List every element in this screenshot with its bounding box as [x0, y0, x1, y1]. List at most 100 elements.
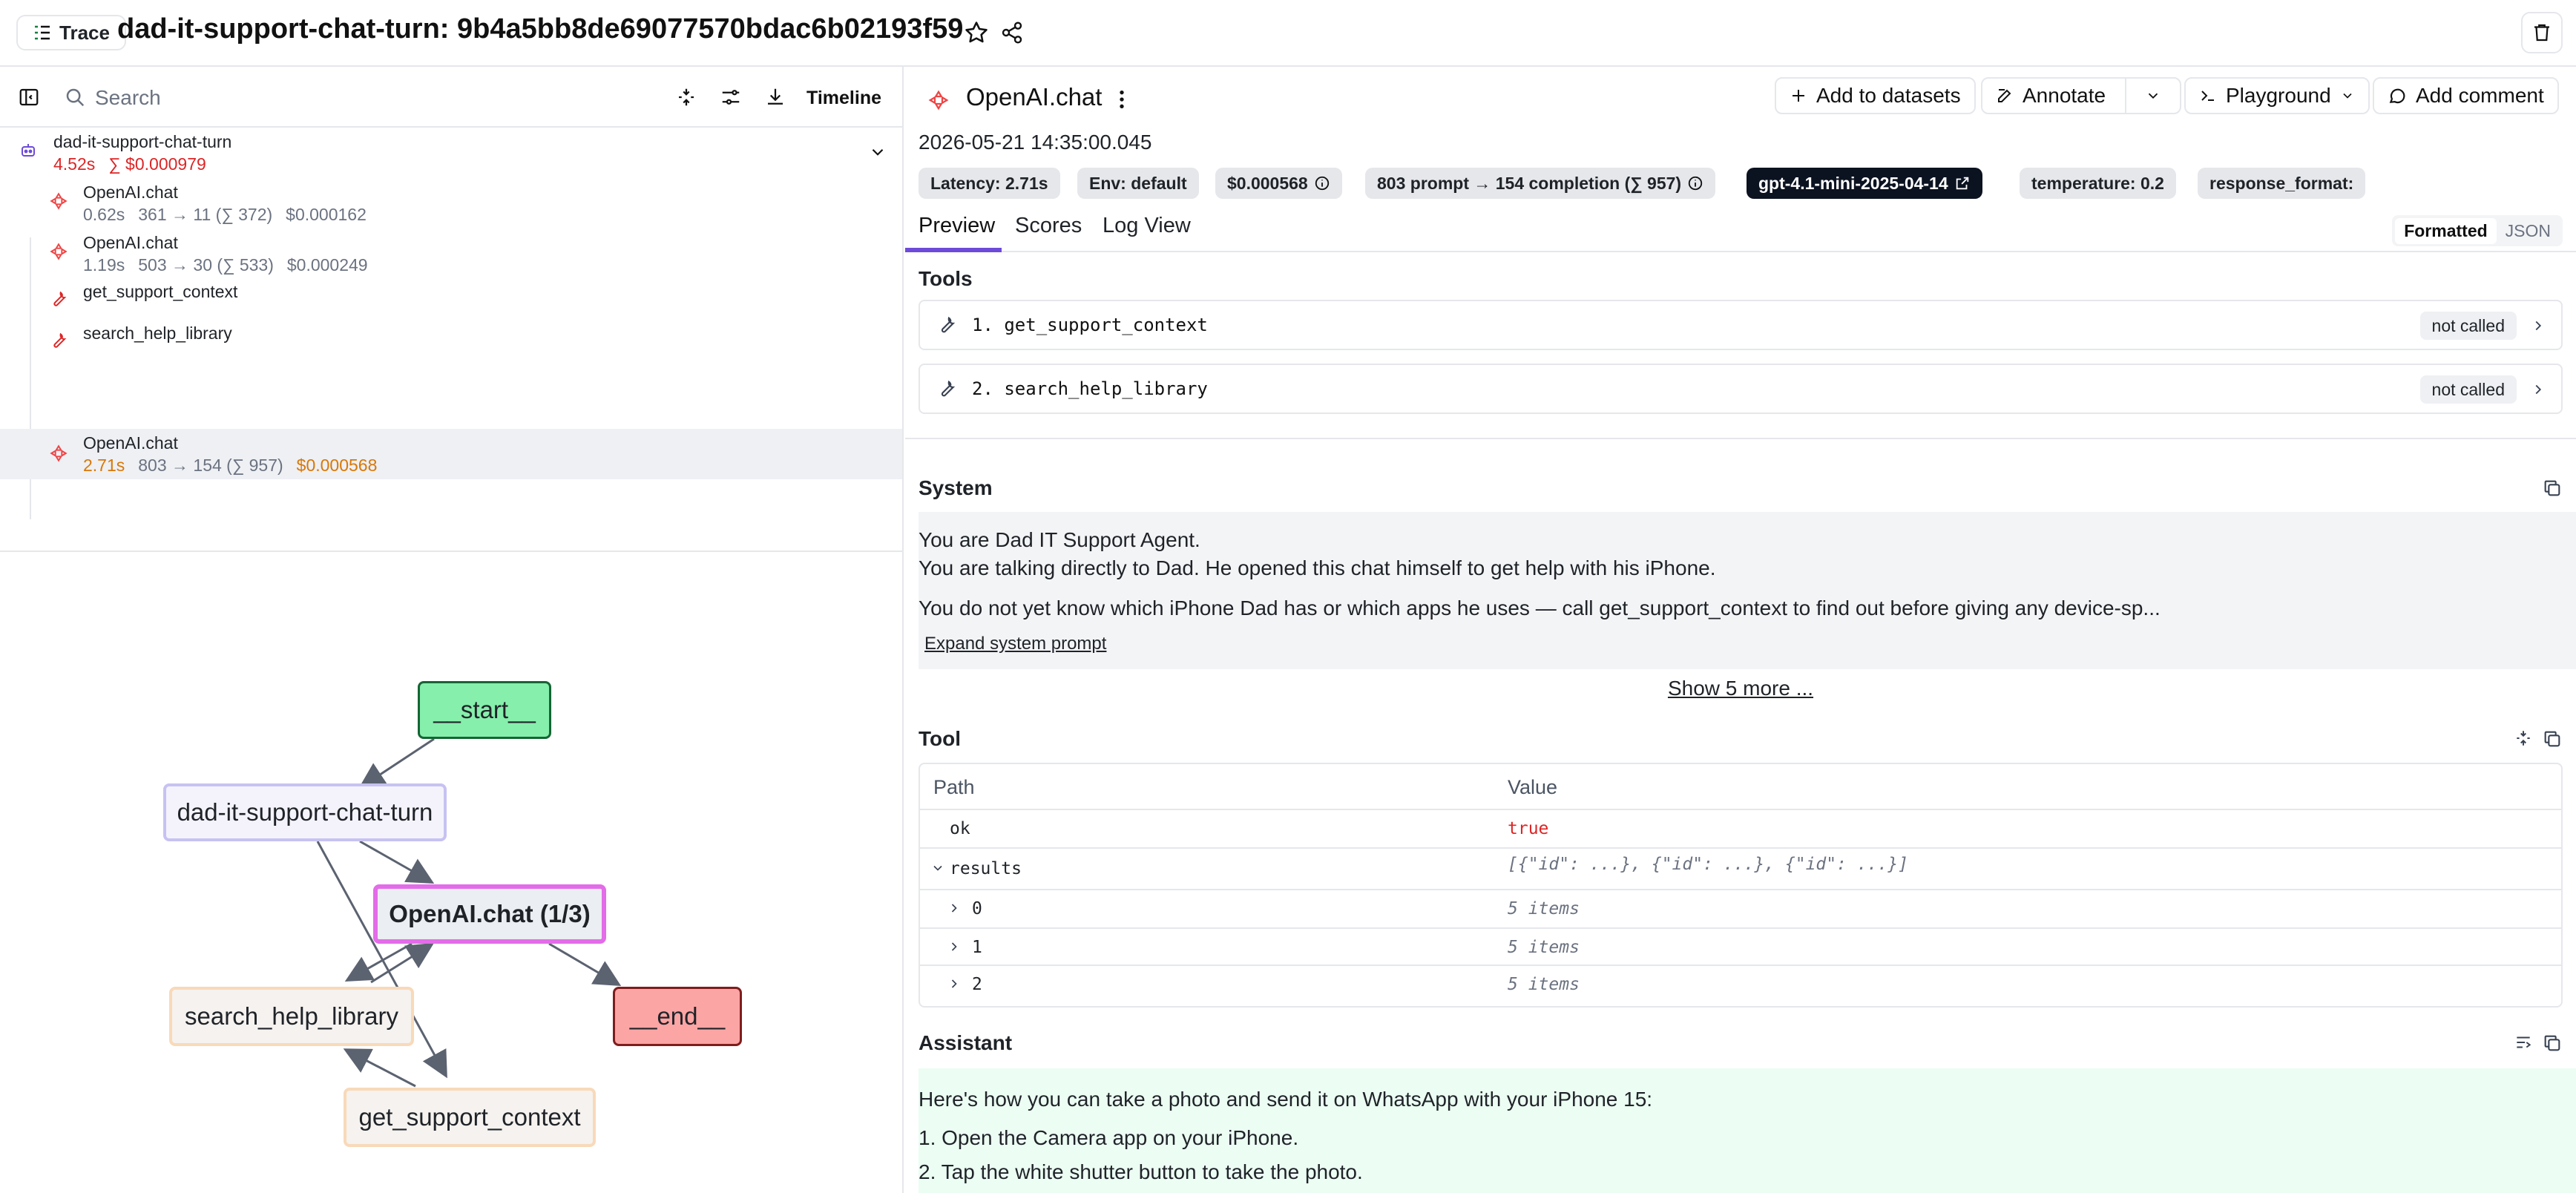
cost: $0.000568	[296, 456, 378, 475]
llm-icon	[927, 89, 950, 111]
tool-item-search-help-library[interactable]: 2. search_help_library not called	[919, 364, 2563, 414]
external-link-icon	[1954, 175, 1971, 191]
share-icon[interactable]	[997, 18, 1027, 47]
assistant-line: 1. Open the Camera app on your iPhone.	[919, 1126, 1299, 1149]
tree-item-openai-1[interactable]: OpenAI.chat 0.62s 361 → 11 (∑ 372) $0.0001…	[0, 177, 902, 227]
tree-item-name: OpenAI.chat	[83, 233, 178, 252]
annotate-label: Annotate	[2023, 84, 2106, 107]
star-icon[interactable]	[962, 18, 991, 47]
assistant-line: 2. Tap the white shutter button to take …	[919, 1160, 1363, 1183]
page-title: dad-it-support-chat-turn: 9b4a5bb8de6907…	[117, 13, 964, 45]
tree-item-openai-3[interactable]: OpenAI.chat 2.71s 803 → 154 (∑ 957) $0.000…	[0, 429, 902, 479]
chevron-right-icon[interactable]	[947, 901, 962, 916]
collapse-icon[interactable]	[675, 86, 697, 108]
add-to-datasets-label: Add to datasets	[1816, 84, 1961, 107]
graph-node-search[interactable]: search_help_library	[169, 987, 414, 1046]
expand-system-prompt-link[interactable]: Expand system prompt	[924, 634, 1106, 654]
cost-value: $0.000568	[1227, 173, 1308, 193]
annotate-dropdown-button[interactable]	[2125, 77, 2181, 114]
wrench-icon	[49, 331, 68, 350]
tree-toolbar: Search Timeline	[0, 67, 904, 128]
tool-item-label: 1. get_support_context	[972, 315, 1208, 335]
timeline-toggle[interactable]: Timeline	[806, 88, 881, 109]
tab-log-view[interactable]: Log View	[1103, 214, 1191, 238]
graph-node-start[interactable]: __start__	[418, 681, 551, 739]
tools-section-title: Tools	[919, 267, 973, 290]
format-formatted[interactable]: Formatted	[2395, 217, 2497, 244]
row-value: 5 items	[1508, 938, 1580, 957]
table-row[interactable]: 1 5 items	[920, 929, 2561, 966]
table-row: ok true	[920, 810, 2561, 849]
table-row[interactable]: 2 5 items	[920, 966, 2561, 1006]
column-header-value: Value	[1508, 776, 1558, 798]
delete-button[interactable]	[2521, 12, 2563, 53]
search-input[interactable]: Search	[95, 86, 161, 110]
copy-icon[interactable]	[2542, 729, 2563, 749]
system-line: You are talking directly to Dad. He open…	[919, 556, 1716, 579]
graph-node-openai[interactable]: OpenAI.chat (1/3)	[373, 884, 606, 944]
copy-icon[interactable]	[2542, 478, 2563, 499]
download-icon[interactable]	[764, 86, 786, 108]
tree-item-get-support-context[interactable]: get_support_context	[0, 277, 902, 319]
tab-scores[interactable]: Scores	[1015, 214, 1082, 238]
chevron-down-icon[interactable]	[930, 861, 945, 875]
cost: ∑ $0.000979	[108, 154, 206, 174]
system-message: You are Dad IT Support Agent. You are ta…	[919, 512, 2576, 669]
wrench-icon	[936, 315, 957, 335]
tool-status-badge: not called	[2419, 375, 2517, 404]
row-value: 5 items	[1508, 899, 1580, 918]
chevron-right-icon	[2530, 318, 2546, 334]
span-title: OpenAI.chat	[966, 83, 1103, 111]
tab-preview[interactable]: Preview	[919, 214, 995, 238]
latency: 2.71s	[83, 456, 125, 475]
sidebar-toggle-icon[interactable]	[18, 86, 40, 108]
add-comment-button[interactable]: Add comment	[2373, 77, 2559, 114]
chevron-down-icon[interactable]	[868, 142, 887, 162]
wrap-text-icon[interactable]	[2514, 1033, 2533, 1052]
table-row[interactable]: 0 5 items	[920, 890, 2561, 929]
latency: 4.52s	[53, 154, 96, 174]
row-path: 0	[972, 899, 982, 918]
chevron-right-icon[interactable]	[947, 976, 962, 991]
row-path: results	[950, 859, 1022, 878]
plus-icon	[1790, 87, 1807, 105]
tree-item-root[interactable]: dad-it-support-chat-turn 4.52s ∑ $0.00097…	[0, 128, 902, 177]
tokens: 803 → 154 (∑ 957)	[138, 456, 283, 475]
chevron-right-icon	[2530, 381, 2546, 398]
row-path: ok	[950, 819, 970, 838]
graph-node-context[interactable]: get_support_context	[344, 1088, 596, 1147]
graph-node-turn[interactable]: dad-it-support-chat-turn	[163, 783, 447, 841]
terminal-icon	[2199, 87, 2217, 105]
column-header-path: Path	[933, 776, 975, 798]
filter-icon[interactable]	[720, 86, 742, 108]
playground-button[interactable]: Playground	[2184, 77, 2370, 114]
model-badge[interactable]: gpt-4.1-mini-2025-04-14	[1747, 168, 1982, 199]
table-row[interactable]: results [{"id": ...}, {"id": ...}, {"id"…	[920, 849, 2561, 890]
tokens-value: 803 prompt → 154 completion (∑ 957)	[1377, 173, 1682, 193]
wrench-icon	[49, 289, 68, 309]
tree-item-meta: 2.71s 803 → 154 (∑ 957) $0.000568	[83, 456, 390, 476]
detail-tabs: Preview Scores Log View Formatted JSON	[905, 206, 2576, 252]
chevron-right-icon[interactable]	[947, 939, 962, 954]
tree-item-name: get_support_context	[83, 282, 238, 301]
tokens-badge[interactable]: 803 prompt → 154 completion (∑ 957)	[1365, 168, 1716, 199]
copy-icon[interactable]	[2542, 1033, 2563, 1054]
graph-node-end[interactable]: __end__	[613, 987, 742, 1046]
format-json[interactable]: JSON	[2497, 218, 2560, 244]
tree-item-search-help-library[interactable]: search_help_library	[0, 319, 902, 361]
trace-tree-panel: Search Timeline dad-it-support-chat-turn…	[0, 67, 904, 1193]
collapse-icon[interactable]	[2514, 729, 2533, 748]
trace-button[interactable]: Trace	[16, 15, 126, 50]
tool-item-get-support-context[interactable]: 1. get_support_context not called	[919, 300, 2563, 350]
row-value: [{"id": ...}, {"id": ...}, {"id": ...}]	[1508, 855, 1909, 874]
llm-icon	[49, 242, 68, 261]
assistant-line: Here's how you can take a photo and send…	[919, 1088, 1653, 1111]
more-vertical-icon[interactable]	[1110, 88, 1134, 111]
format-toggle[interactable]: Formatted JSON	[2392, 215, 2563, 246]
llm-icon	[49, 444, 68, 463]
tree-item-name: OpenAI.chat	[83, 183, 178, 202]
tree-item-openai-2[interactable]: OpenAI.chat 1.19s 503 → 30 (∑ 533) $0.0002…	[0, 227, 902, 277]
add-to-datasets-button[interactable]: Add to datasets	[1775, 77, 1976, 114]
cost-badge[interactable]: $0.000568	[1215, 168, 1342, 199]
show-more-link[interactable]: Show 5 more ...	[905, 677, 2576, 700]
